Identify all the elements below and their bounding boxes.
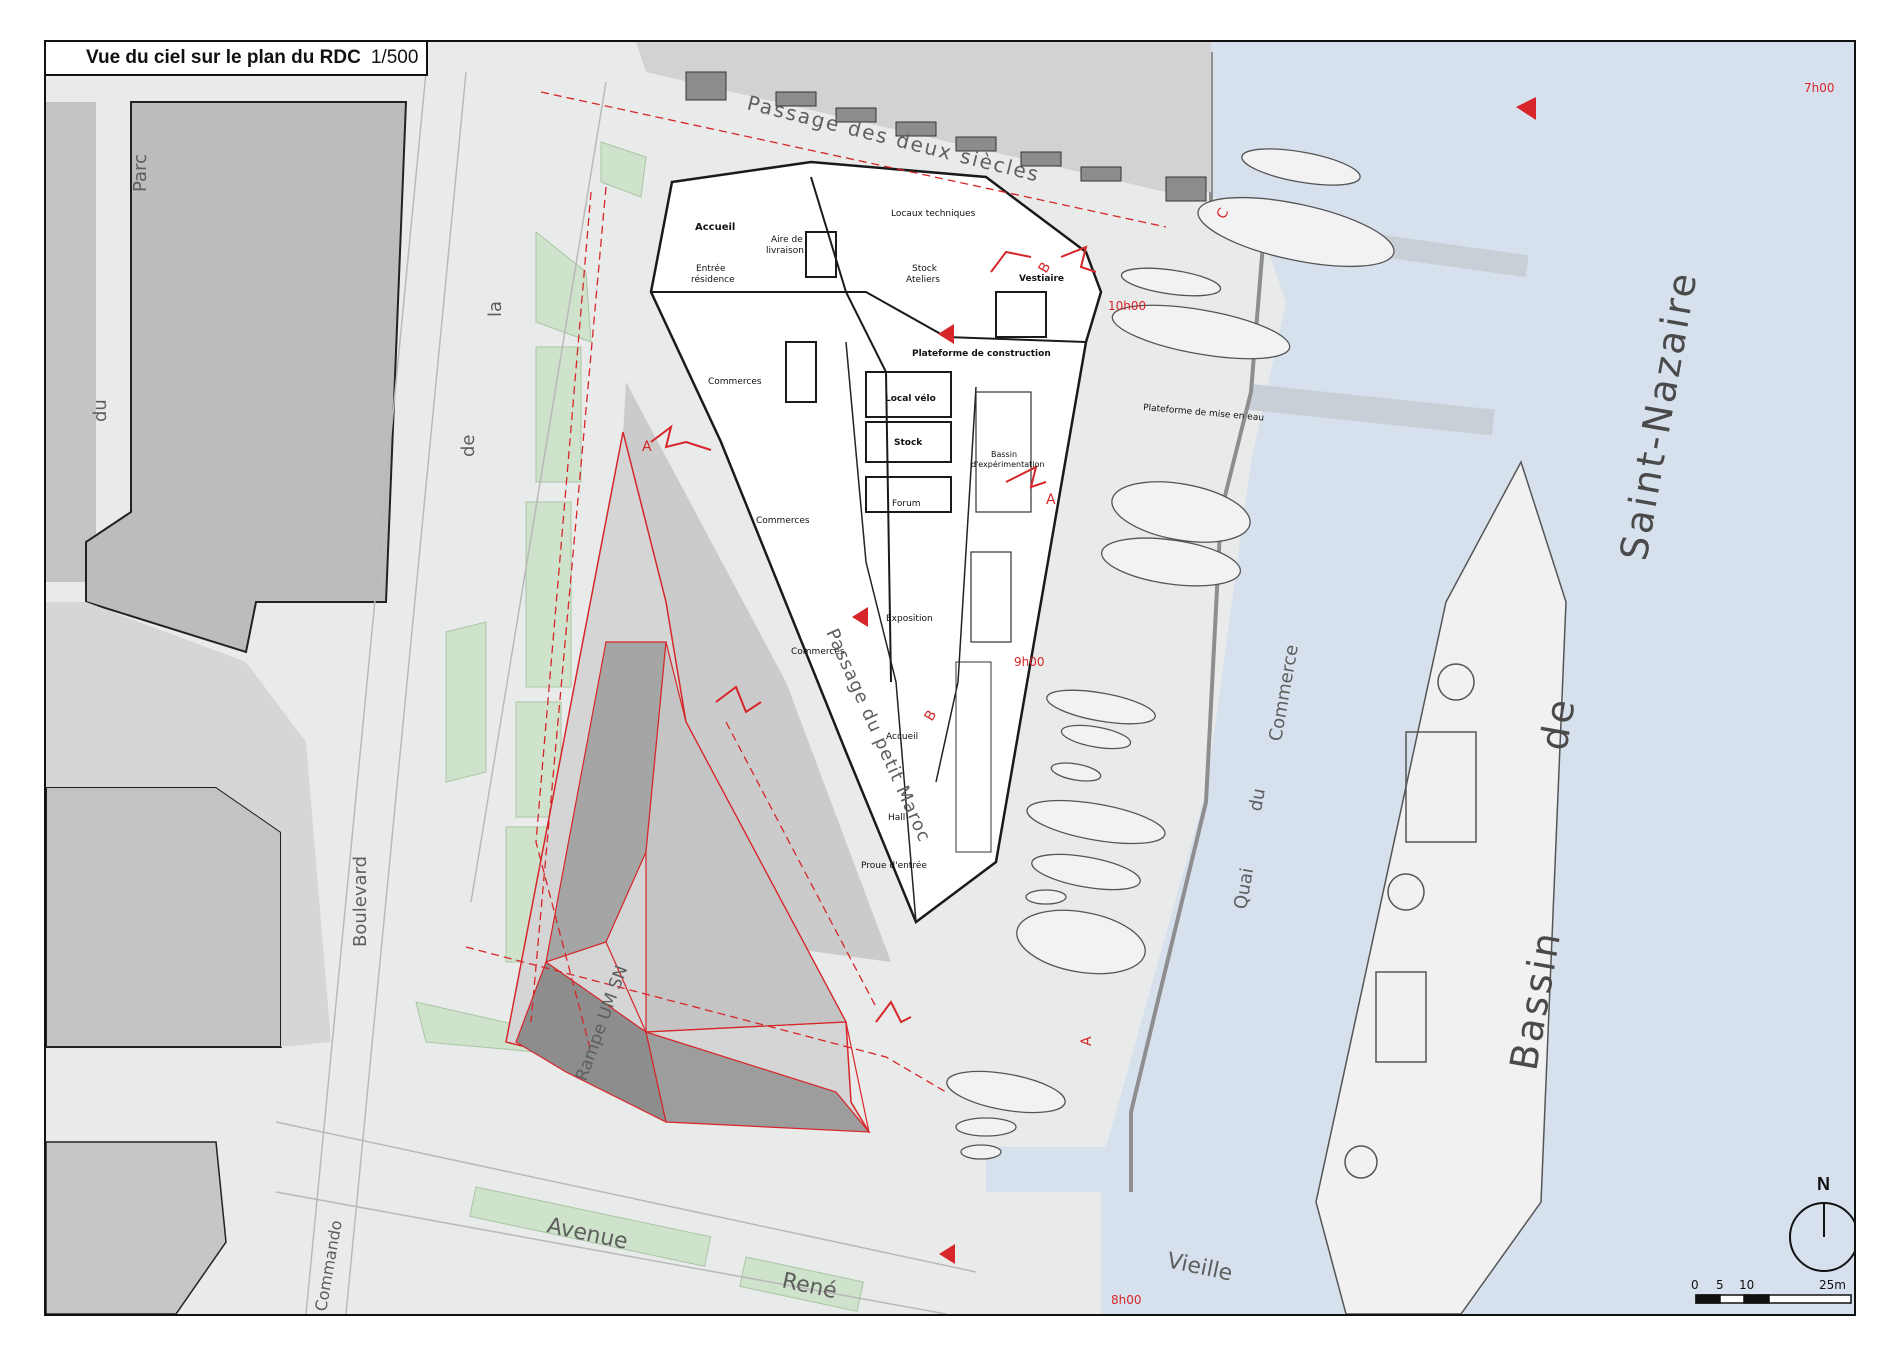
sun-time-8h: 8h00 <box>1111 1293 1142 1307</box>
street-de: de <box>458 435 479 458</box>
street-du: du <box>90 399 111 422</box>
label-bassin-de: de <box>1532 693 1585 753</box>
scale-bar <box>1695 1294 1852 1304</box>
scale-tick-0: 0 <box>1691 1278 1699 1292</box>
north-label: N <box>1817 1174 1830 1194</box>
section-a-south: A <box>1079 1036 1095 1046</box>
sun-time-7h: 7h00 <box>1804 81 1835 95</box>
scale-tick-25: 25m <box>1819 1278 1846 1292</box>
room-exposition: Exposition <box>886 614 933 624</box>
room-aire-livraison-2: livraison <box>766 246 804 256</box>
building-block <box>46 786 282 1048</box>
room-forum: Forum <box>892 499 921 509</box>
title-scale: 1/500 <box>370 47 419 68</box>
street-quai-du: du <box>1245 787 1270 813</box>
sun-time-9h: 9h00 <box>1014 655 1045 669</box>
room-stock: Stock <box>894 438 923 448</box>
scale-tick-10: 10 <box>1739 1278 1754 1292</box>
room-entree-residence-2: résidence <box>691 274 735 285</box>
room-stock-ateliers-2: Ateliers <box>906 275 940 285</box>
site-plan: Accueil Aire de livraison Entrée résiden… <box>46 42 1854 1314</box>
room-bassin-2: d'expérimentation <box>971 459 1044 469</box>
room-proue: Proue d'entrée <box>861 860 927 871</box>
street-boulevard: Boulevard <box>350 856 371 947</box>
room-locaux-techniques: Locaux techniques <box>891 209 976 219</box>
room-local-velo: Local vélo <box>885 393 936 404</box>
room-stock-ateliers-1: Stock <box>912 264 938 274</box>
room-entree-residence-1: Entrée <box>696 263 726 274</box>
street-la: la <box>485 301 506 317</box>
room-bassin-1: Bassin <box>991 450 1017 459</box>
room-commerces-1: Commerces <box>708 377 762 387</box>
section-a-east: A <box>1046 492 1056 508</box>
map-frame: Accueil Aire de livraison Entrée résiden… <box>44 40 1856 1316</box>
room-commerces-2: Commerces <box>756 516 810 526</box>
building-block <box>46 102 96 582</box>
section-a-west: A <box>642 439 652 455</box>
sun-time-10h: 10h00 <box>1108 299 1146 313</box>
title-box: Vue du ciel sur le plan du RDC 1/500 <box>46 42 428 76</box>
scale-tick-5: 5 <box>1716 1278 1724 1292</box>
room-plateforme-construction: Plateforme de construction <box>912 349 1051 359</box>
room-aire-livraison-1: Aire de <box>771 235 803 245</box>
room-accueil-residence: Accueil <box>695 222 735 233</box>
page-title: Vue du ciel sur le plan du RDC <box>86 47 361 68</box>
street-parc: Parc <box>130 154 151 192</box>
room-vestiaire: Vestiaire <box>1019 274 1064 284</box>
